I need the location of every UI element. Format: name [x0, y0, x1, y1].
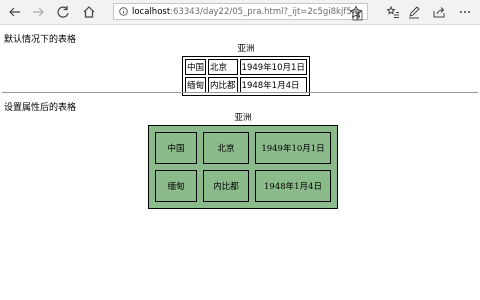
divider	[2, 92, 478, 93]
url-path: :63343/day22/05_pra.html?_ijt=2c5gi8kjf5…	[170, 6, 361, 17]
section-title-styled: 设置属性后的表格	[4, 103, 77, 113]
refresh-icon[interactable]	[54, 3, 72, 21]
table-cell: 1948年1月4日	[239, 77, 307, 93]
more-icon[interactable]	[456, 3, 474, 21]
table-cell: 1948年1月4日	[255, 170, 331, 202]
pen-icon[interactable]	[405, 3, 423, 21]
table-cell: 中国	[185, 59, 207, 75]
table-cell: 1949年10月1日	[239, 59, 307, 75]
styled-table: 中国 北京 1949年10月1日 缅甸 内比都 1948年1月4日	[148, 125, 338, 209]
url-host: localhost	[132, 6, 171, 17]
table-cell: 缅甸	[155, 170, 197, 202]
url-text[interactable]: localhost:63343/day22/05_pra.html?_ijt=2…	[132, 7, 360, 17]
back-icon[interactable]	[6, 3, 24, 21]
table-cell: 北京	[203, 132, 249, 164]
favorites-list-icon[interactable]	[384, 3, 402, 21]
table-cell: 内比都	[203, 170, 249, 202]
table-cell: 缅甸	[185, 77, 207, 93]
home-icon[interactable]	[80, 3, 98, 21]
table-cell: 北京	[208, 59, 238, 75]
info-icon[interactable]	[118, 7, 128, 17]
table-row: 中国 北京 1949年10月1日	[185, 59, 307, 75]
default-table-caption: 亚洲	[237, 44, 255, 54]
styled-table-wrap: 亚洲 中国 北京 1949年10月1日 缅甸 内比都 1948年1月4日	[148, 111, 338, 209]
table-cell: 1949年10月1日	[255, 132, 331, 164]
table-row: 缅甸 内比都 1948年1月4日	[185, 77, 307, 93]
share-icon[interactable]	[430, 3, 448, 21]
browser-toolbar: localhost:63343/day22/05_pra.html?_ijt=2…	[0, 0, 480, 25]
styled-table-caption: 亚洲	[234, 113, 252, 123]
favorite-star-icon[interactable]	[347, 3, 365, 21]
section-title-default: 默认情况下的表格	[4, 35, 77, 45]
table-row: 中国 北京 1949年10月1日	[155, 132, 331, 164]
table-row: 缅甸 内比都 1948年1月4日	[155, 170, 331, 202]
address-bar[interactable]: localhost:63343/day22/05_pra.html?_ijt=2…	[113, 3, 368, 21]
forward-icon[interactable]	[29, 3, 47, 21]
table-cell: 内比都	[208, 77, 238, 93]
default-table: 亚洲 中国 北京 1949年10月1日 缅甸 内比都 1948年1月4日	[182, 42, 310, 96]
table-cell: 中国	[155, 132, 197, 164]
